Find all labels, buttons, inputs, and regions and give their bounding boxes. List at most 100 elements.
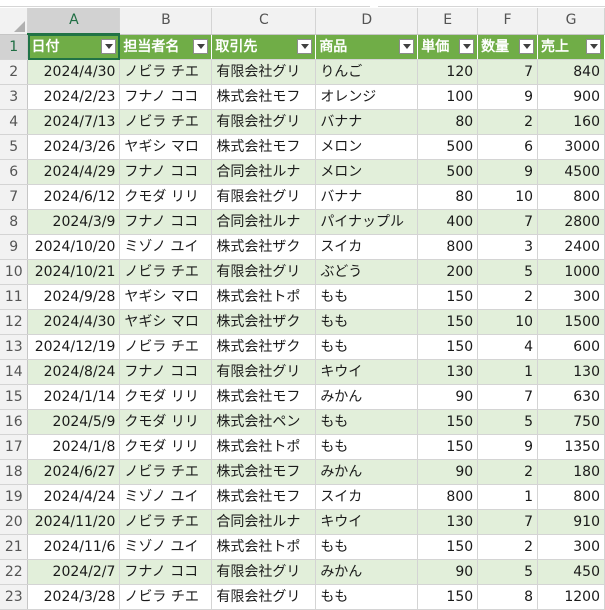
cell-person[interactable]: クモダ リリ	[119, 434, 213, 460]
cell-price[interactable]: 150	[417, 434, 479, 460]
cell-product[interactable]: ぶどう	[315, 259, 419, 285]
cell-product[interactable]: メロン	[315, 159, 419, 185]
cell-person[interactable]: ノビラ チエ	[119, 584, 213, 610]
cell-client[interactable]: 有限会社グリ	[211, 359, 317, 385]
cell-date[interactable]: 2024/11/6	[27, 534, 121, 560]
cell-date[interactable]: 2024/5/9	[27, 409, 121, 435]
cell-qty[interactable]: 2	[477, 284, 539, 310]
cell-date[interactable]: 2024/4/30	[27, 309, 121, 335]
cell-sales[interactable]: 800	[537, 484, 605, 510]
cell-sales[interactable]: 900	[537, 84, 605, 110]
cell-sales[interactable]: 3000	[537, 134, 605, 160]
cell-date[interactable]: 2024/12/19	[27, 334, 121, 360]
cell-client[interactable]: 株式会社モフ	[211, 84, 317, 110]
cell-price[interactable]: 150	[417, 334, 479, 360]
filter-dropdown-icon[interactable]	[519, 38, 535, 54]
cell-qty[interactable]: 5	[477, 559, 539, 585]
row-header[interactable]: 6	[0, 159, 29, 185]
cell-price[interactable]: 80	[417, 109, 479, 135]
cell-date[interactable]: 2024/4/24	[27, 484, 121, 510]
cell-product[interactable]: キウイ	[315, 359, 419, 385]
cell-sales[interactable]: 630	[537, 384, 605, 410]
cell-qty[interactable]: 1	[477, 484, 539, 510]
cell-date[interactable]: 2024/4/30	[27, 59, 121, 85]
cell-client[interactable]: 株式会社モフ	[211, 384, 317, 410]
cell-sales[interactable]: 180	[537, 459, 605, 485]
column-header-e[interactable]: E	[417, 8, 479, 35]
cell-client[interactable]: 株式会社モフ	[211, 459, 317, 485]
cell-person[interactable]: クモダ リリ	[119, 184, 213, 210]
spreadsheet-grid[interactable]: A B C D E F G 1 日付 担当者名 取引先 商品 単価 数量 売上 …	[0, 8, 605, 610]
select-all-corner[interactable]	[0, 8, 29, 35]
row-header[interactable]: 2	[0, 59, 29, 85]
cell-person[interactable]: フナノ ココ	[119, 559, 213, 585]
cell-product[interactable]: オレンジ	[315, 84, 419, 110]
cell-product[interactable]: りんご	[315, 59, 419, 85]
cell-person[interactable]: ミゾノ ユイ	[119, 534, 213, 560]
cell-price[interactable]: 150	[417, 584, 479, 610]
cell-client[interactable]: 有限会社グリ	[211, 259, 317, 285]
cell-product[interactable]: みかん	[315, 459, 419, 485]
cell-price[interactable]: 500	[417, 159, 479, 185]
cell-product[interactable]: もも	[315, 284, 419, 310]
cell-price[interactable]: 150	[417, 309, 479, 335]
cell-sales[interactable]: 600	[537, 334, 605, 360]
cell-qty[interactable]: 9	[477, 159, 539, 185]
cell-date[interactable]: 2024/7/13	[27, 109, 121, 135]
cell-date[interactable]: 2024/10/20	[27, 234, 121, 260]
cell-client[interactable]: 株式会社トポ	[211, 434, 317, 460]
cell-date[interactable]: 2024/6/27	[27, 459, 121, 485]
row-header[interactable]: 23	[0, 584, 29, 610]
cell-price[interactable]: 130	[417, 359, 479, 385]
cell-price[interactable]: 800	[417, 234, 479, 260]
cell-date[interactable]: 2024/3/28	[27, 584, 121, 610]
cell-product[interactable]: バナナ	[315, 109, 419, 135]
cell-qty[interactable]: 6	[477, 134, 539, 160]
cell-price[interactable]: 100	[417, 84, 479, 110]
cell-product[interactable]: キウイ	[315, 509, 419, 535]
row-header[interactable]: 10	[0, 259, 29, 285]
cell-client[interactable]: 合同会社ルナ	[211, 159, 317, 185]
cell-qty[interactable]: 3	[477, 234, 539, 260]
cell-date[interactable]: 2024/3/9	[27, 209, 121, 235]
row-header[interactable]: 21	[0, 534, 29, 560]
cell-product[interactable]: もも	[315, 409, 419, 435]
row-header[interactable]: 12	[0, 309, 29, 335]
cell-date[interactable]: 2024/3/26	[27, 134, 121, 160]
cell-sales[interactable]: 910	[537, 509, 605, 535]
cell-client[interactable]: 有限会社グリ	[211, 59, 317, 85]
cell-person[interactable]: クモダ リリ	[119, 384, 213, 410]
cell-product[interactable]: みかん	[315, 384, 419, 410]
cell-date[interactable]: 2024/9/28	[27, 284, 121, 310]
cell-product[interactable]: パイナップル	[315, 209, 419, 235]
cell-sales[interactable]: 1350	[537, 434, 605, 460]
column-header-c[interactable]: C	[211, 8, 317, 35]
cell-sales[interactable]: 1200	[537, 584, 605, 610]
cell-client[interactable]: 合同会社ルナ	[211, 209, 317, 235]
row-header-1[interactable]: 1	[0, 34, 29, 60]
row-header[interactable]: 14	[0, 359, 29, 385]
cell-person[interactable]: ヤギシ マロ	[119, 309, 213, 335]
cell-product[interactable]: スイカ	[315, 484, 419, 510]
cell-product[interactable]: もも	[315, 584, 419, 610]
cell-person[interactable]: ノビラ チエ	[119, 109, 213, 135]
cell-person[interactable]: ノビラ チエ	[119, 459, 213, 485]
cell-price[interactable]: 90	[417, 559, 479, 585]
cell-sales[interactable]: 300	[537, 284, 605, 310]
cell-person[interactable]: クモダ リリ	[119, 409, 213, 435]
cell-date[interactable]: 2024/1/14	[27, 384, 121, 410]
column-header-g[interactable]: G	[537, 8, 605, 35]
column-header-a[interactable]: A	[27, 8, 121, 35]
filter-dropdown-icon[interactable]	[297, 38, 313, 54]
filter-dropdown-icon[interactable]	[193, 38, 209, 54]
cell-qty[interactable]: 5	[477, 259, 539, 285]
cell-qty[interactable]: 9	[477, 434, 539, 460]
cell-product[interactable]: メロン	[315, 134, 419, 160]
row-header[interactable]: 22	[0, 559, 29, 585]
cell-qty[interactable]: 2	[477, 534, 539, 560]
column-header-f[interactable]: F	[477, 8, 539, 35]
cell-qty[interactable]: 4	[477, 334, 539, 360]
cell-sales[interactable]: 300	[537, 534, 605, 560]
cell-client[interactable]: 株式会社ザク	[211, 309, 317, 335]
row-header[interactable]: 8	[0, 209, 29, 235]
